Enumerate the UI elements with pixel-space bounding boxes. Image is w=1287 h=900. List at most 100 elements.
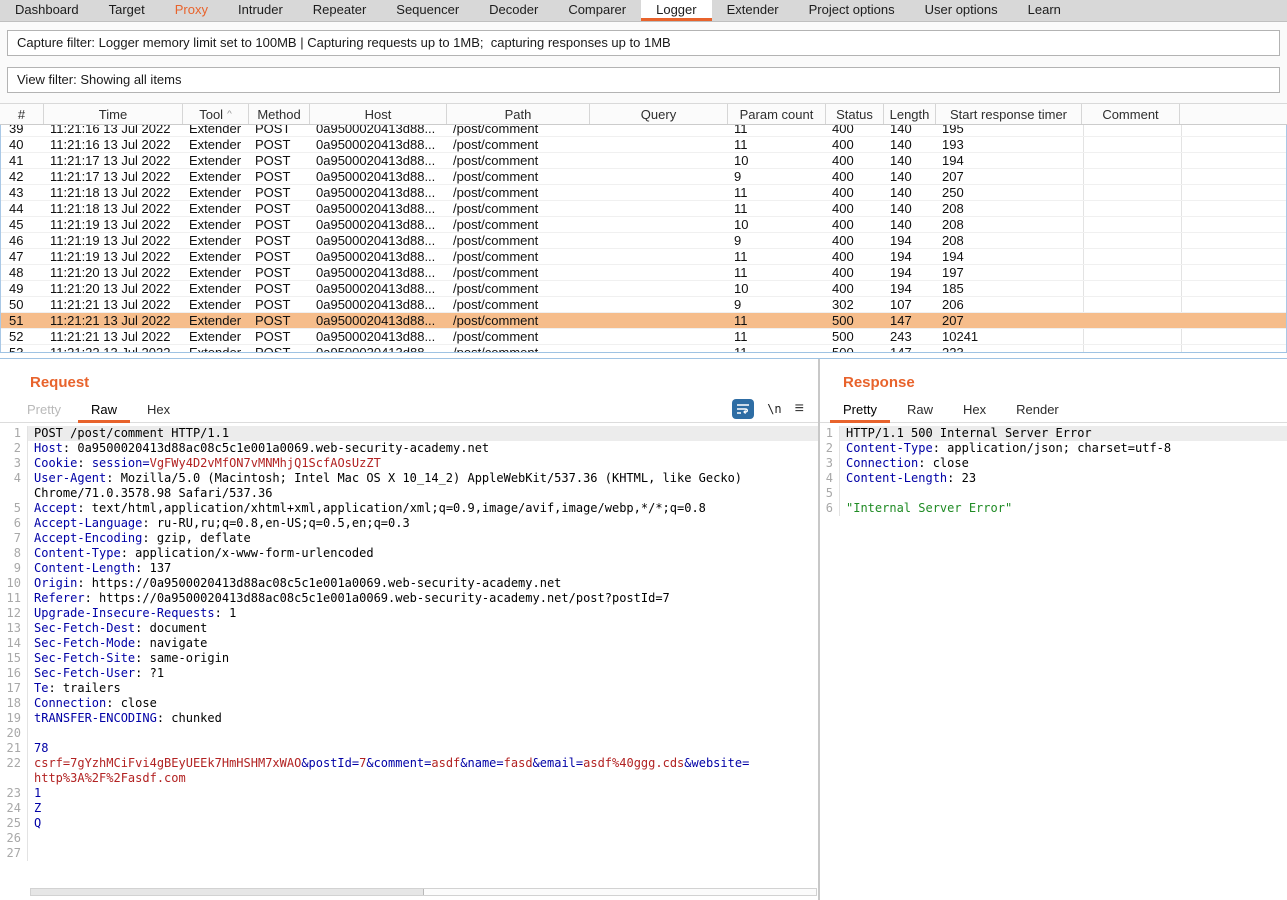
log-row-45[interactable]: 4511:21:19 13 Jul 2022ExtenderPOST0a9500…	[1, 217, 1286, 233]
column-header-time[interactable]: Time	[44, 104, 183, 124]
column-header-tool[interactable]: Tool^	[183, 104, 249, 124]
menu-tab-intruder[interactable]: Intruder	[223, 0, 298, 21]
cell-status: 400	[827, 153, 885, 168]
newline-characters-icon[interactable]: \n	[767, 402, 781, 416]
cell-query	[591, 153, 729, 168]
response-tab-raw[interactable]: Raw	[894, 398, 946, 423]
line-number: 4	[0, 471, 28, 486]
table-body[interactable]: 3911:21:16 13 Jul 2022ExtenderPOST0a9500…	[0, 125, 1287, 352]
log-row-53[interactable]: 5311:21:22 13 Jul 2022ExtenderPOST0a9500…	[1, 345, 1286, 352]
response-viewer[interactable]: 1HTTP/1.1 500 Internal Server Error2Cont…	[820, 426, 1287, 516]
cell-tool: Extender	[184, 201, 250, 216]
cell-method: POST	[250, 233, 311, 248]
cell-query	[591, 249, 729, 264]
log-row-39[interactable]: 3911:21:16 13 Jul 2022ExtenderPOST0a9500…	[1, 125, 1286, 137]
cell-path: /post/comment	[448, 125, 591, 136]
log-row-48[interactable]: 4811:21:20 13 Jul 2022ExtenderPOST0a9500…	[1, 265, 1286, 281]
request-tab-raw[interactable]: Raw	[78, 398, 130, 423]
code-line: 12Upgrade-Insecure-Requests: 1	[0, 606, 818, 621]
menu-tab-target[interactable]: Target	[94, 0, 160, 21]
code-line: 24Z	[0, 801, 818, 816]
log-row-41[interactable]: 4111:21:17 13 Jul 2022ExtenderPOST0a9500…	[1, 153, 1286, 169]
line-number: 4	[820, 471, 840, 486]
menu-tab-decoder[interactable]: Decoder	[474, 0, 553, 21]
word-wrap-glyph	[736, 403, 750, 415]
cell-tool: Extender	[184, 217, 250, 232]
menu-tab-logger[interactable]: Logger	[641, 0, 711, 21]
line-number: 14	[0, 636, 28, 651]
cell-tool: Extender	[184, 153, 250, 168]
capture-filter-bar[interactable]: Capture filter: Logger memory limit set …	[7, 30, 1280, 56]
line-number: 2	[820, 441, 840, 456]
request-horizontal-scrollbar[interactable]	[30, 888, 817, 896]
log-row-40[interactable]: 4011:21:16 13 Jul 2022ExtenderPOST0a9500…	[1, 137, 1286, 153]
cell-comment	[1083, 233, 1181, 248]
horizontal-splitter[interactable]	[0, 352, 1287, 359]
response-tab-hex[interactable]: Hex	[950, 398, 999, 423]
column-header-method[interactable]: Method	[249, 104, 310, 124]
cell-length: 147	[885, 313, 937, 328]
line-text: Accept-Language: ru-RU,ru;q=0.8,en-US;q=…	[28, 516, 818, 531]
cell-time: 11:21:21 13 Jul 2022	[45, 297, 184, 312]
line-number: 1	[820, 426, 840, 441]
column-header-path[interactable]: Path	[447, 104, 590, 124]
column-header-host[interactable]: Host	[310, 104, 447, 124]
menu-tab-repeater[interactable]: Repeater	[298, 0, 381, 21]
menu-tab-project-options[interactable]: Project options	[794, 0, 910, 21]
column-header--[interactable]: #	[0, 104, 44, 124]
column-header-start-response-timer[interactable]: Start response timer	[936, 104, 1082, 124]
cell-length: 140	[885, 201, 937, 216]
word-wrap-icon[interactable]	[732, 399, 754, 419]
code-line: 6Accept-Language: ru-RU,ru;q=0.8,en-US;q…	[0, 516, 818, 531]
line-text: HTTP/1.1 500 Internal Server Error	[840, 426, 1287, 441]
cell-length: 140	[885, 185, 937, 200]
line-number	[0, 486, 28, 501]
menu-tab-extender[interactable]: Extender	[712, 0, 794, 21]
cell-time: 11:21:18 13 Jul 2022	[45, 185, 184, 200]
editor-menu-icon[interactable]: ≡	[795, 404, 804, 414]
column-header-status[interactable]: Status	[826, 104, 884, 124]
menu-tab-comparer[interactable]: Comparer	[553, 0, 641, 21]
cell-time: 11:21:20 13 Jul 2022	[45, 281, 184, 296]
request-tab-hex[interactable]: Hex	[134, 398, 183, 423]
request-editor[interactable]: 1POST /post/comment HTTP/1.12Host: 0a950…	[0, 426, 818, 861]
code-line: 27	[0, 846, 818, 861]
column-header-length[interactable]: Length	[884, 104, 936, 124]
log-row-44[interactable]: 4411:21:18 13 Jul 2022ExtenderPOST0a9500…	[1, 201, 1286, 217]
line-number: 20	[0, 726, 28, 741]
response-tab-pretty[interactable]: Pretty	[830, 398, 890, 423]
cell-param-count: 11	[729, 265, 827, 280]
log-row-47[interactable]: 4711:21:19 13 Jul 2022ExtenderPOST0a9500…	[1, 249, 1286, 265]
cell-param-count: 11	[729, 137, 827, 152]
cell-tool: Extender	[184, 265, 250, 280]
log-row-50[interactable]: 5011:21:21 13 Jul 2022ExtenderPOST0a9500…	[1, 297, 1286, 313]
menu-tab-sequencer[interactable]: Sequencer	[381, 0, 474, 21]
cell-start-response-timer: 206	[937, 297, 1083, 312]
column-header-comment[interactable]: Comment	[1082, 104, 1180, 124]
column-header-query[interactable]: Query	[590, 104, 728, 124]
code-line: http%3A%2F%2Fasdf.com	[0, 771, 818, 786]
menu-tab-proxy[interactable]: Proxy	[160, 0, 223, 21]
cell-start-response-timer: 207	[937, 169, 1083, 184]
log-row-49[interactable]: 4911:21:20 13 Jul 2022ExtenderPOST0a9500…	[1, 281, 1286, 297]
cell-status: 400	[827, 125, 885, 136]
view-filter-bar[interactable]: View filter: Showing all items	[7, 67, 1280, 93]
scrollbar-thumb[interactable]	[31, 889, 424, 895]
menu-tab-dashboard[interactable]: Dashboard	[0, 0, 94, 21]
cell-start-response-timer: 208	[937, 217, 1083, 232]
log-row-51[interactable]: 5111:21:21 13 Jul 2022ExtenderPOST0a9500…	[1, 313, 1286, 329]
response-tab-render[interactable]: Render	[1003, 398, 1072, 423]
line-number: 2	[0, 441, 28, 456]
menu-tab-learn[interactable]: Learn	[1013, 0, 1076, 21]
log-row-42[interactable]: 4211:21:17 13 Jul 2022ExtenderPOST0a9500…	[1, 169, 1286, 185]
cell-path: /post/comment	[448, 153, 591, 168]
log-row-52[interactable]: 5211:21:21 13 Jul 2022ExtenderPOST0a9500…	[1, 329, 1286, 345]
log-row-43[interactable]: 4311:21:18 13 Jul 2022ExtenderPOST0a9500…	[1, 185, 1286, 201]
cell-param-count: 10	[729, 153, 827, 168]
log-row-46[interactable]: 4611:21:19 13 Jul 2022ExtenderPOST0a9500…	[1, 233, 1286, 249]
menu-tab-user-options[interactable]: User options	[910, 0, 1013, 21]
code-line: 19tRANSFER-ENCODING: chunked	[0, 711, 818, 726]
column-header-param-count[interactable]: Param count	[728, 104, 826, 124]
cell-start-response-timer: 10241	[937, 329, 1083, 344]
line-text: tRANSFER-ENCODING: chunked	[28, 711, 818, 726]
